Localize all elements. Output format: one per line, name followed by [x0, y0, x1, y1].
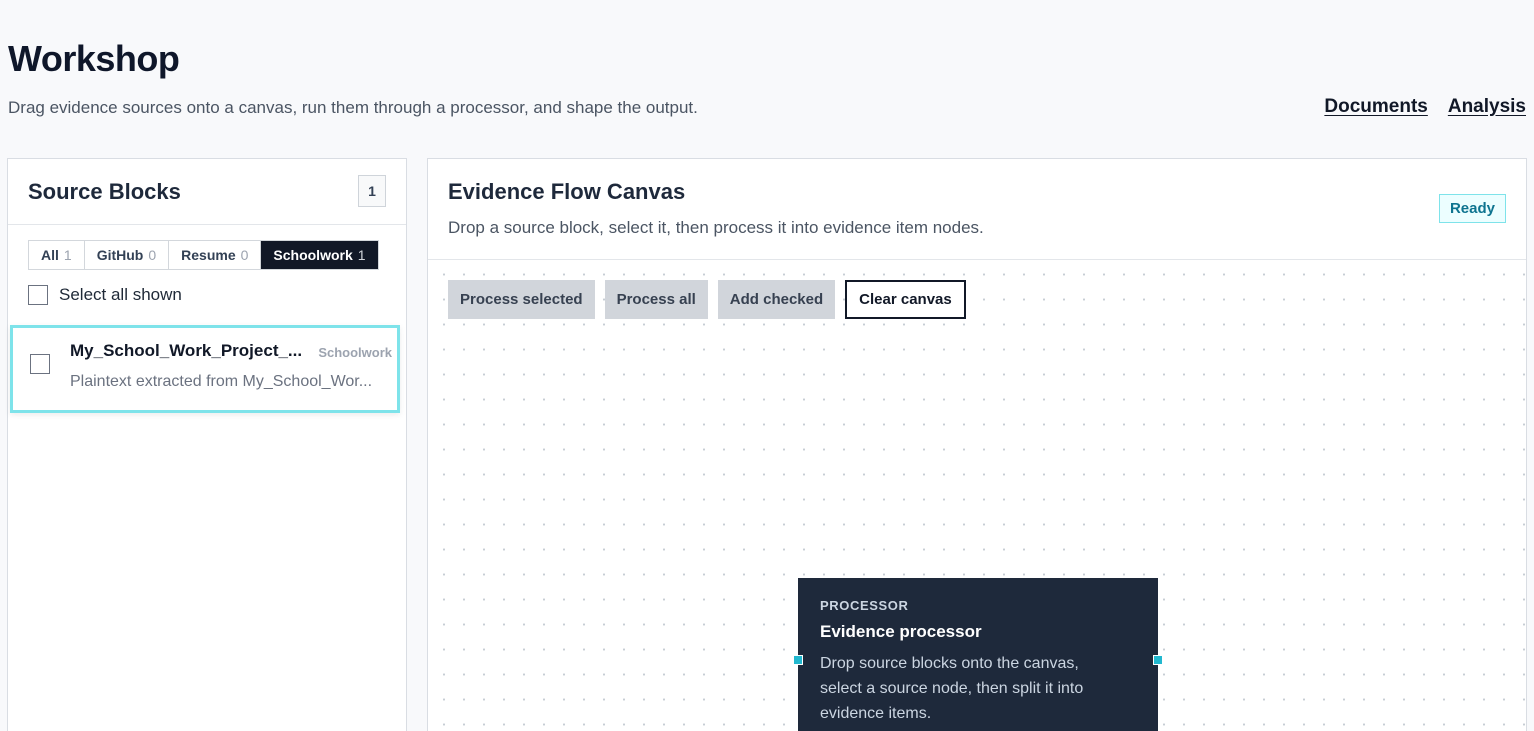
source-block-description: Plaintext extracted from My_School_Wor..… — [70, 373, 373, 390]
canvas-title: Evidence Flow Canvas — [448, 179, 686, 204]
filter-tab-count: 1 — [63, 247, 72, 263]
processor-kicker: PROCESSOR — [820, 598, 909, 613]
filter-tab-count: 0 — [148, 247, 157, 263]
nav-link-documents[interactable]: Documents — [1324, 96, 1427, 118]
page-title: Workshop — [8, 38, 180, 79]
canvas-header: Evidence Flow Canvas Drop a source block… — [428, 159, 1526, 260]
status-badge: Ready — [1438, 194, 1506, 223]
output-handle[interactable] — [1153, 655, 1163, 665]
process-selected-button[interactable]: Process selected — [448, 280, 595, 319]
evidence-flow-panel: Evidence Flow Canvas Drop a source block… — [427, 158, 1527, 731]
top-nav: Documents Analysis — [1324, 96, 1526, 118]
source-blocks-header: Source Blocks 1 — [8, 159, 406, 225]
select-all-label: Select all shown — [59, 285, 182, 304]
filter-tab-count: 1 — [357, 247, 366, 263]
select-all-checkbox[interactable] — [28, 285, 48, 305]
filter-tab-label: GitHub — [96, 247, 144, 263]
canvas-subtitle: Drop a source block, select it, then pro… — [448, 218, 984, 237]
processor-node[interactable]: PROCESSOR Evidence processor Drop source… — [793, 578, 1163, 731]
filter-tab-all[interactable]: All 1 — [29, 241, 85, 269]
filter-tab-label: All — [41, 247, 59, 263]
filter-tab-github[interactable]: GitHub 0 — [84, 241, 170, 269]
filter-tabs: All 1 GitHub 0 Resume 0 Schoolwork 1 — [28, 240, 379, 270]
process-all-button[interactable]: Process all — [604, 280, 708, 319]
canvas-toolbar: Process selected Process all Add checked… — [448, 280, 966, 319]
clear-canvas-button[interactable]: Clear canvas — [845, 280, 966, 319]
processor-description: Drop source blocks onto the canvas, sele… — [820, 655, 1084, 722]
source-block-checkbox[interactable] — [30, 354, 50, 374]
input-handle[interactable] — [793, 655, 803, 665]
flow-canvas[interactable]: Process selected Process all Add checked… — [428, 260, 1526, 731]
filter-tab-schoolwork[interactable]: Schoolwork 1 — [261, 241, 378, 269]
page-subtitle: Drag evidence sources onto a canvas, run… — [8, 98, 698, 117]
source-blocks-title: Source Blocks — [28, 179, 181, 204]
source-block-card[interactable]: My_School_Work_Project_... Schoolwork Pl… — [10, 325, 400, 413]
nav-link-analysis[interactable]: Analysis — [1448, 96, 1526, 118]
source-block-name: My_School_Work_Project_... — [70, 341, 303, 360]
add-checked-button[interactable]: Add checked — [717, 280, 836, 319]
filter-tab-resume[interactable]: Resume 0 — [169, 241, 262, 269]
filter-tab-label: Resume — [181, 247, 236, 263]
select-all-row[interactable]: Select all shown — [28, 285, 182, 305]
source-count-badge: 1 — [358, 175, 386, 207]
processor-title: Evidence processor — [820, 622, 982, 641]
filter-tab-label: Schoolwork — [273, 247, 353, 263]
source-blocks-panel: Source Blocks 1 All 1 GitHub 0 Resume 0 Sch… — [7, 158, 407, 731]
source-block-tag: Schoolwork — [318, 345, 392, 360]
filter-tab-count: 0 — [240, 247, 249, 263]
